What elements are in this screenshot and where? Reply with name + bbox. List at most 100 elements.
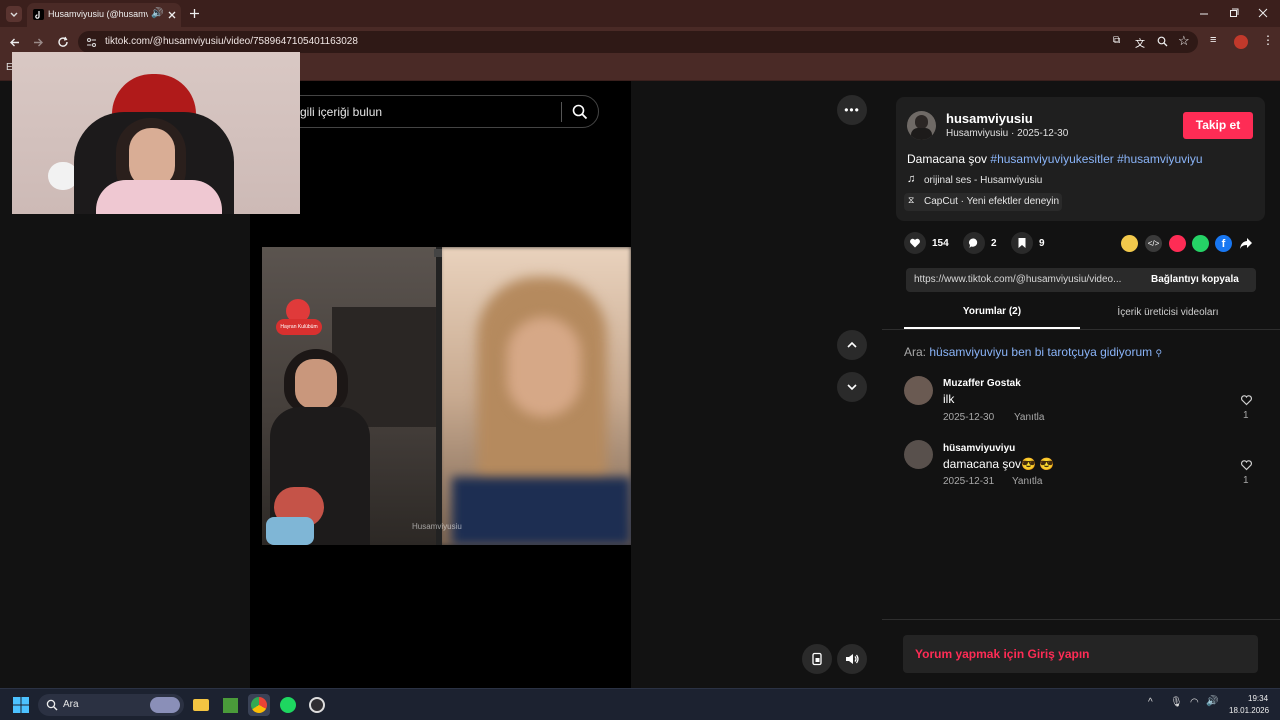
back-arrow-icon[interactable]: [9, 37, 20, 48]
related-search-query[interactable]: hüsamviyuviyu ben bi tarotçuya gidiyorum: [929, 345, 1152, 359]
omnibox[interactable]: tiktok.com/@husamviyusiu/video/758964710…: [78, 31, 1198, 53]
pip-icon[interactable]: [434, 249, 442, 257]
search-icon: [46, 699, 58, 711]
tab-search-button[interactable]: [6, 6, 22, 22]
speaker-icon[interactable]: 🔊: [151, 8, 163, 19]
share-link-text: https://www.tiktok.com/@husamviyusiu/vid…: [914, 274, 1122, 285]
more-options-button[interactable]: •••: [837, 95, 867, 125]
zoom-icon[interactable]: [1157, 36, 1168, 47]
search-bar[interactable]: gili içeriği bulun: [270, 95, 599, 128]
volume-tray-icon[interactable]: 🔊: [1206, 696, 1218, 707]
taskbar-date[interactable]: 18.01.2026: [1229, 706, 1269, 715]
hashtag-link[interactable]: #husamviyuviyu: [1117, 152, 1202, 166]
profile-avatar[interactable]: [1234, 35, 1248, 49]
music-link[interactable]: orijinal ses - Husamviyusiu: [924, 175, 1042, 186]
bookmark-star-icon[interactable]: ☆: [1178, 33, 1190, 49]
windows-taskbar: Ara ^ 🎙 ◠ 🔊 19:34 18.01.2026: [0, 688, 1280, 720]
taskbar-time[interactable]: 19:34: [1248, 694, 1268, 703]
reply-button[interactable]: Yanıtla: [1014, 412, 1044, 423]
comment-like-count: 1: [1243, 410, 1249, 421]
forward-arrow-icon[interactable]: [33, 37, 44, 48]
heart-outline-icon[interactable]: [1240, 394, 1253, 406]
creator-username[interactable]: husamviyusiu: [946, 111, 1033, 126]
whatsapp-icon[interactable]: [1192, 235, 1209, 252]
search-icon[interactable]: [572, 104, 588, 120]
like-button[interactable]: [904, 232, 926, 254]
next-video-button[interactable]: [837, 372, 867, 402]
volume-icon: [846, 654, 859, 664]
webcam-overlay: [12, 52, 300, 214]
embed-icon[interactable]: </>: [1145, 235, 1162, 252]
comment-button[interactable]: [963, 232, 985, 254]
taskbar-search-box[interactable]: Ara: [38, 694, 184, 716]
browser-tab-bar: Husamviyusiu (@husamviy 🔊: [0, 0, 1280, 27]
reading-list-icon[interactable]: ≡: [1210, 34, 1216, 46]
commenter-name[interactable]: hüsamviyuviyu: [943, 443, 1015, 454]
restore-icon[interactable]: [1229, 8, 1239, 18]
minecraft-icon[interactable]: [219, 694, 241, 716]
install-app-icon[interactable]: ⧉: [1113, 35, 1120, 46]
commenter-avatar[interactable]: [904, 376, 933, 405]
share-arrow-icon[interactable]: [1239, 237, 1253, 250]
follow-button[interactable]: Takip et: [1183, 112, 1253, 139]
send-to-friend-icon[interactable]: [1169, 235, 1186, 252]
close-icon[interactable]: [167, 10, 177, 20]
heart-outline-icon[interactable]: [1240, 459, 1253, 471]
previous-video-button[interactable]: [837, 330, 867, 360]
repost-icon[interactable]: [1121, 235, 1138, 252]
caption-text: Damacana şov: [907, 152, 988, 166]
new-tab-icon[interactable]: [189, 8, 200, 19]
login-prompt-text[interactable]: Yorum yapmak için Giriş yapın: [915, 647, 1090, 661]
windows-start-icon[interactable]: [13, 697, 29, 713]
hashtag-link[interactable]: #husamviyuviyukesitler: [990, 152, 1113, 166]
save-button[interactable]: [1011, 232, 1033, 254]
tab-active[interactable]: Husamviyusiu (@husamviy 🔊: [27, 3, 181, 27]
small-search-icon: ⚲: [1155, 348, 1163, 358]
wifi-icon[interactable]: ◠: [1190, 697, 1199, 708]
reply-button[interactable]: Yanıtla: [1012, 476, 1042, 487]
translate-icon[interactable]: 文: [1135, 35, 1145, 50]
search-input[interactable]: gili içeriği bulun: [300, 105, 382, 119]
webcam-person-face: [129, 128, 175, 188]
video-column: gili içeriği bulun Hayran Kulübüm Husamv…: [250, 81, 631, 688]
reload-icon[interactable]: [57, 36, 69, 48]
chevron-down-icon: [847, 384, 857, 391]
tray-expand-icon[interactable]: ^: [1148, 697, 1153, 708]
capcut-icon: ⧖: [908, 195, 915, 205]
tab-comments[interactable]: Yorumlar (2): [904, 306, 1080, 328]
file-explorer-icon[interactable]: [190, 694, 212, 716]
creator-avatar[interactable]: [907, 111, 936, 140]
comment-item: Muzaffer Gostak ilk 2025-12-30 Yanıtla 1: [904, 376, 1264, 430]
creator-nickname-date: Husamviyusiu · 2025-12-30: [946, 128, 1069, 139]
more-menu-icon[interactable]: ⋮: [1262, 33, 1274, 47]
effect-label: CapCut · Yeni efektler deneyin: [924, 196, 1060, 207]
spotify-icon[interactable]: [277, 694, 299, 716]
tab-creator-videos[interactable]: İçerik üreticisi videoları: [1080, 307, 1256, 329]
miniplayer-button[interactable]: [802, 644, 832, 674]
commenter-avatar[interactable]: [904, 440, 933, 469]
video-player[interactable]: Hayran Kulübüm Husamviyusiu: [262, 247, 631, 545]
footer-divider: [882, 619, 1280, 620]
microphone-icon[interactable]: 🎙: [1170, 697, 1183, 708]
volume-button[interactable]: [837, 644, 867, 674]
commenter-name[interactable]: Muzaffer Gostak: [943, 378, 1021, 389]
login-to-comment[interactable]: Yorum yapmak için Giriş yapın: [903, 635, 1258, 673]
save-count: 9: [1039, 238, 1045, 249]
comment-item: hüsamviyuviyu damacana şov😎 😎 2025-12-31…: [904, 440, 1264, 494]
related-search[interactable]: Ara: hüsamviyuviyu ben bi tarotçuya gidi…: [904, 345, 1162, 359]
chrome-icon[interactable]: [248, 694, 270, 716]
comment-like-count: 1: [1243, 475, 1249, 486]
obs-icon[interactable]: [306, 694, 328, 716]
minimize-icon[interactable]: [1199, 9, 1209, 19]
like-count: 154: [932, 238, 949, 249]
tiktok-favicon-icon: [33, 9, 44, 20]
window-close-icon[interactable]: [1258, 8, 1268, 18]
facebook-icon[interactable]: f: [1215, 235, 1232, 252]
details-panel: husamviyusiu Husamviyusiu · 2025-12-30 T…: [882, 81, 1280, 688]
copy-link-button[interactable]: Bağlantıyı kopyala: [1151, 274, 1239, 285]
effect-chip[interactable]: ⧖ CapCut · Yeni efektler deneyin: [904, 193, 1062, 211]
site-info-icon[interactable]: [86, 37, 97, 48]
video-sticker-text: Hayran Kulübüm: [276, 319, 322, 335]
video-person-face: [295, 359, 337, 409]
related-search-prefix: Ara:: [904, 345, 927, 359]
